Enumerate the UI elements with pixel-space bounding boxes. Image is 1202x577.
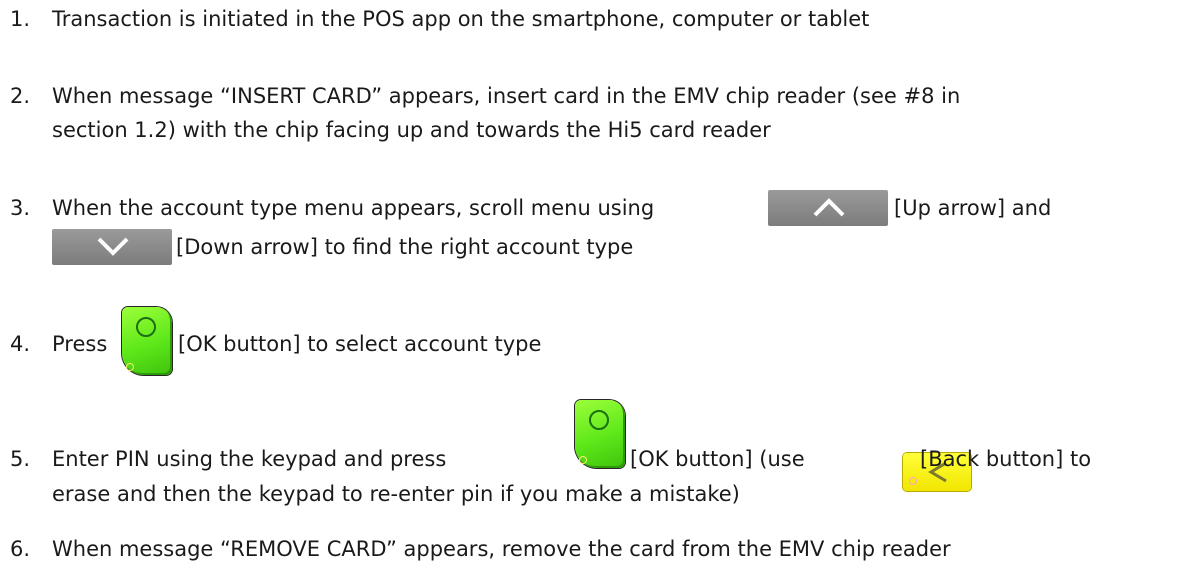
- step-text: Enter PIN using the keypad and press: [52, 447, 447, 471]
- step-number: 1.: [10, 7, 31, 31]
- step-text: section 1.2) with the chip facing up and…: [52, 118, 771, 142]
- step-text: When the account type menu appears, scro…: [52, 196, 655, 220]
- step-text: erase and then the keypad to re-enter pi…: [52, 482, 740, 506]
- step-number: 2.: [10, 84, 31, 108]
- ok-button-key-icon: [122, 307, 172, 375]
- step-text: [Up arrow] and: [894, 196, 1052, 220]
- step-3: 3. When the account type menu appears, s…: [0, 190, 1202, 227]
- step-text: [Down arrow] to find the right account t…: [176, 235, 634, 259]
- step-text: [OK button] (use: [630, 447, 805, 471]
- step-text: Transaction is initiated in the POS app …: [52, 7, 870, 31]
- step-text: Press: [52, 332, 108, 356]
- step-text: When message “INSERT CARD” appears, inse…: [52, 84, 961, 108]
- step-4: 4. Press [OK button] to select account t…: [0, 307, 1202, 395]
- down-arrow-key-icon: [52, 229, 172, 265]
- step-number: 3.: [10, 196, 31, 220]
- up-arrow-key-icon: [768, 190, 888, 226]
- step-number: 5.: [10, 447, 31, 471]
- step-3-continued: [Down arrow] to find the right account t…: [0, 229, 1202, 266]
- ok-button-key-icon: [575, 400, 625, 468]
- step-number: 4.: [10, 332, 31, 356]
- step-number: 6.: [10, 537, 31, 561]
- step-text: [Back button] to: [920, 447, 1092, 471]
- step-text: When message “REMOVE CARD” appears, remo…: [52, 537, 951, 561]
- step-text: [OK button] to select account type: [178, 332, 542, 356]
